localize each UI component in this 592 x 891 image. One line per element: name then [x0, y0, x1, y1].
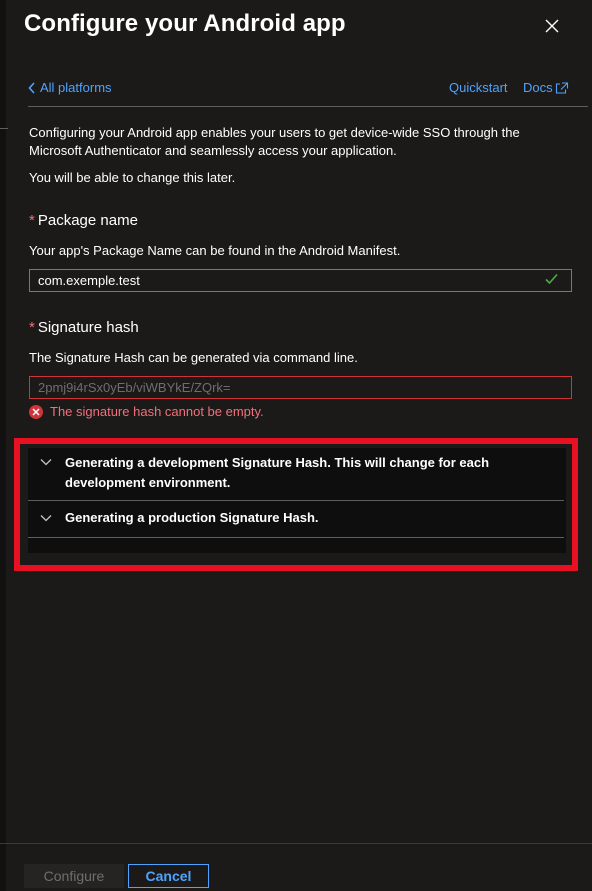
footer-divider — [0, 843, 592, 844]
required-marker: * — [29, 212, 35, 229]
highlight-box — [14, 438, 578, 571]
signature-hash-error-text: The signature hash cannot be empty. — [50, 404, 264, 419]
configure-android-panel: Configure your Android app All platforms… — [0, 0, 592, 891]
intro-text: Configuring your Android app enables you… — [29, 125, 520, 158]
edge-tick — [0, 128, 8, 129]
package-name-label: * Package name — [29, 212, 138, 229]
all-platforms-label: All platforms — [40, 80, 112, 95]
panel-nav: All platforms Quickstart Docs — [28, 80, 568, 102]
page-title: Configure your Android app — [24, 10, 346, 37]
package-name-help: Your app's Package Name can be found in … — [29, 243, 401, 258]
package-name-input[interactable] — [29, 269, 572, 292]
signature-hash-label-text: Signature hash — [37, 319, 139, 336]
signature-hash-help: The Signature Hash can be generated via … — [29, 350, 358, 365]
configure-button[interactable]: Configure — [24, 864, 124, 888]
external-link-icon — [555, 81, 568, 94]
close-icon — [545, 19, 559, 33]
all-platforms-link[interactable]: All platforms — [28, 80, 112, 95]
docs-link[interactable]: Docs — [523, 80, 569, 95]
error-circle-icon — [29, 404, 43, 419]
close-button[interactable] — [540, 14, 564, 38]
cancel-button[interactable]: Cancel — [128, 864, 209, 888]
docs-label: Docs — [523, 80, 553, 95]
signature-hash-label: * Signature hash — [29, 319, 139, 336]
checkmark-icon — [545, 273, 558, 285]
signature-hash-error: The signature hash cannot be empty. — [29, 404, 264, 419]
quickstart-link[interactable]: Quickstart — [449, 80, 508, 95]
panel-left-edge — [0, 0, 6, 891]
required-marker: * — [29, 319, 35, 336]
signature-hash-input[interactable] — [29, 376, 572, 399]
package-name-label-text: Package name — [37, 212, 138, 229]
intro-note: You will be able to change this later. — [29, 170, 236, 185]
nav-divider — [28, 106, 588, 107]
chevron-left-icon — [28, 81, 35, 94]
